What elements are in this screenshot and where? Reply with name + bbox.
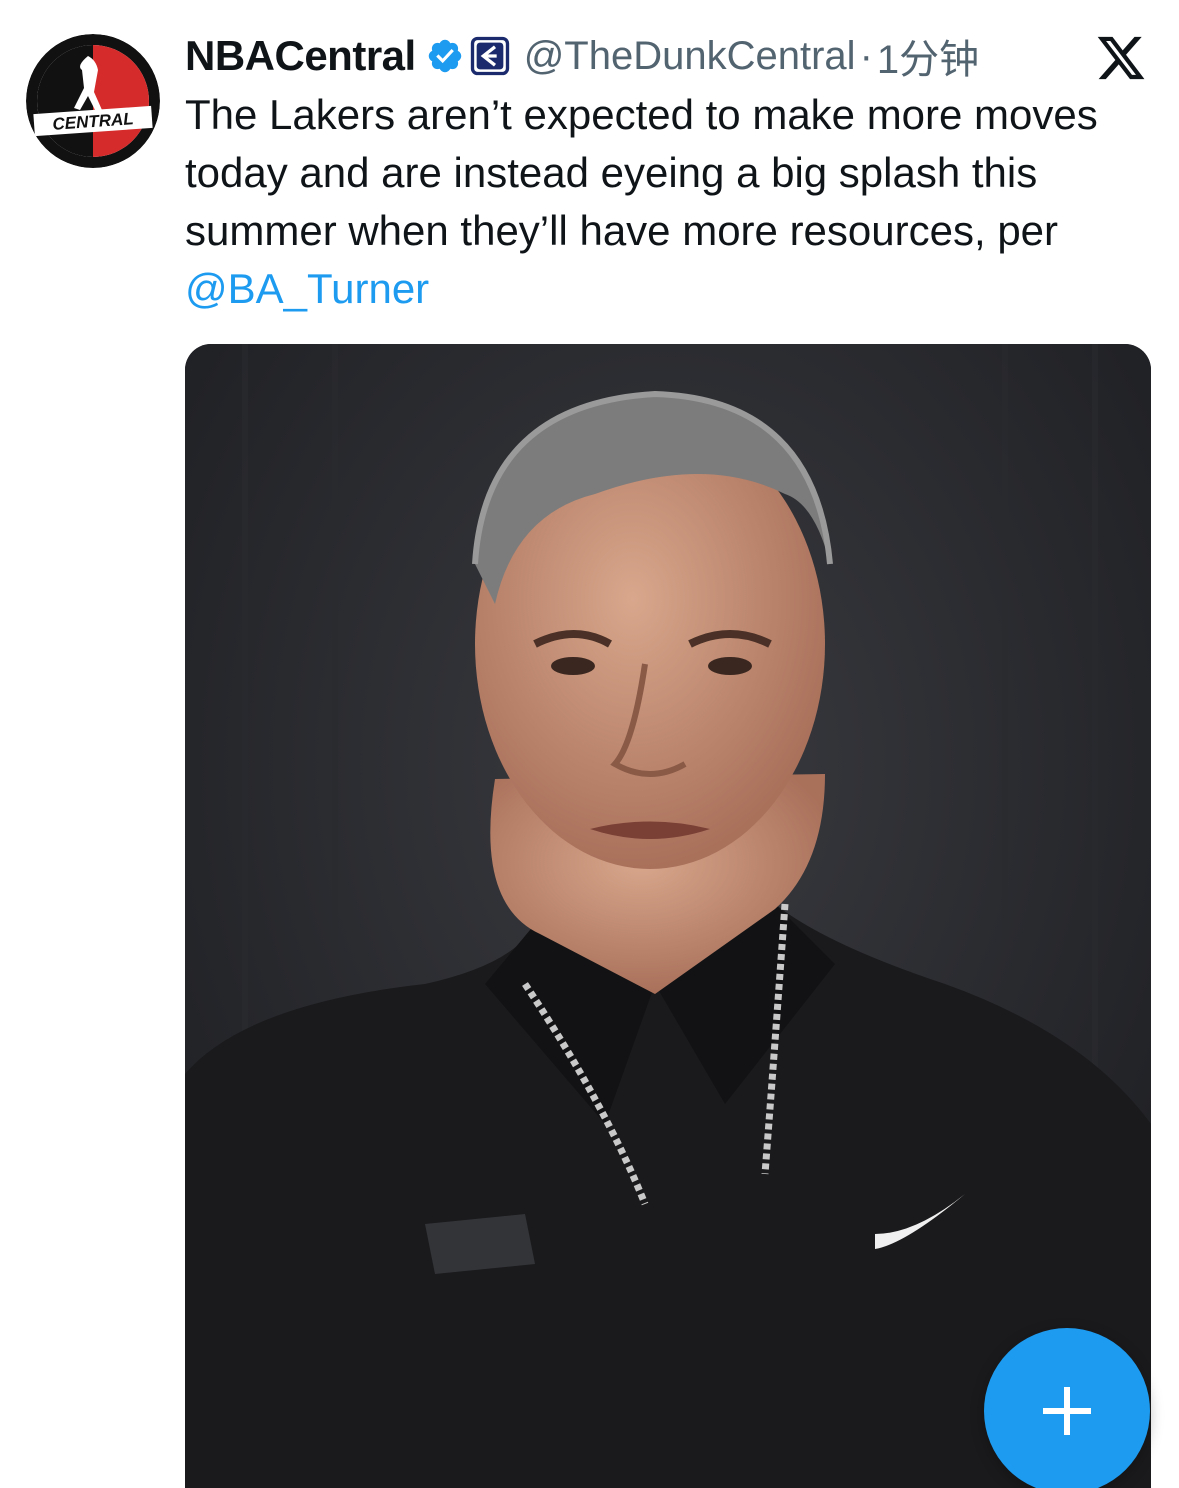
compose-button[interactable] xyxy=(984,1328,1150,1488)
x-logo-icon[interactable] xyxy=(1094,32,1148,84)
tweet-media-photo[interactable] xyxy=(185,344,1151,1488)
separator-dot: · xyxy=(859,33,873,78)
plus-icon xyxy=(1043,1387,1091,1435)
affiliate-badge-icon xyxy=(470,36,509,76)
mention-link[interactable]: @BA_Turner xyxy=(185,265,429,312)
user-handle[interactable]: @TheDunkCentral xyxy=(524,34,856,79)
tweet-text-content: The Lakers aren’t expected to make more … xyxy=(185,91,1098,254)
timestamp[interactable]: 1分钟 xyxy=(877,27,979,85)
verified-badge-icon xyxy=(428,39,461,73)
display-name[interactable]: NBACentral xyxy=(185,32,416,80)
tweet-header: NBACentral @TheDunkCentral · 1分钟 xyxy=(185,24,979,88)
tweet-card[interactable]: CENTRAL NBACentral @TheDunkCentral · 1分钟… xyxy=(0,0,1179,1488)
avatar[interactable]: CENTRAL xyxy=(26,34,160,168)
tweet-text: The Lakers aren’t expected to make more … xyxy=(185,86,1165,318)
